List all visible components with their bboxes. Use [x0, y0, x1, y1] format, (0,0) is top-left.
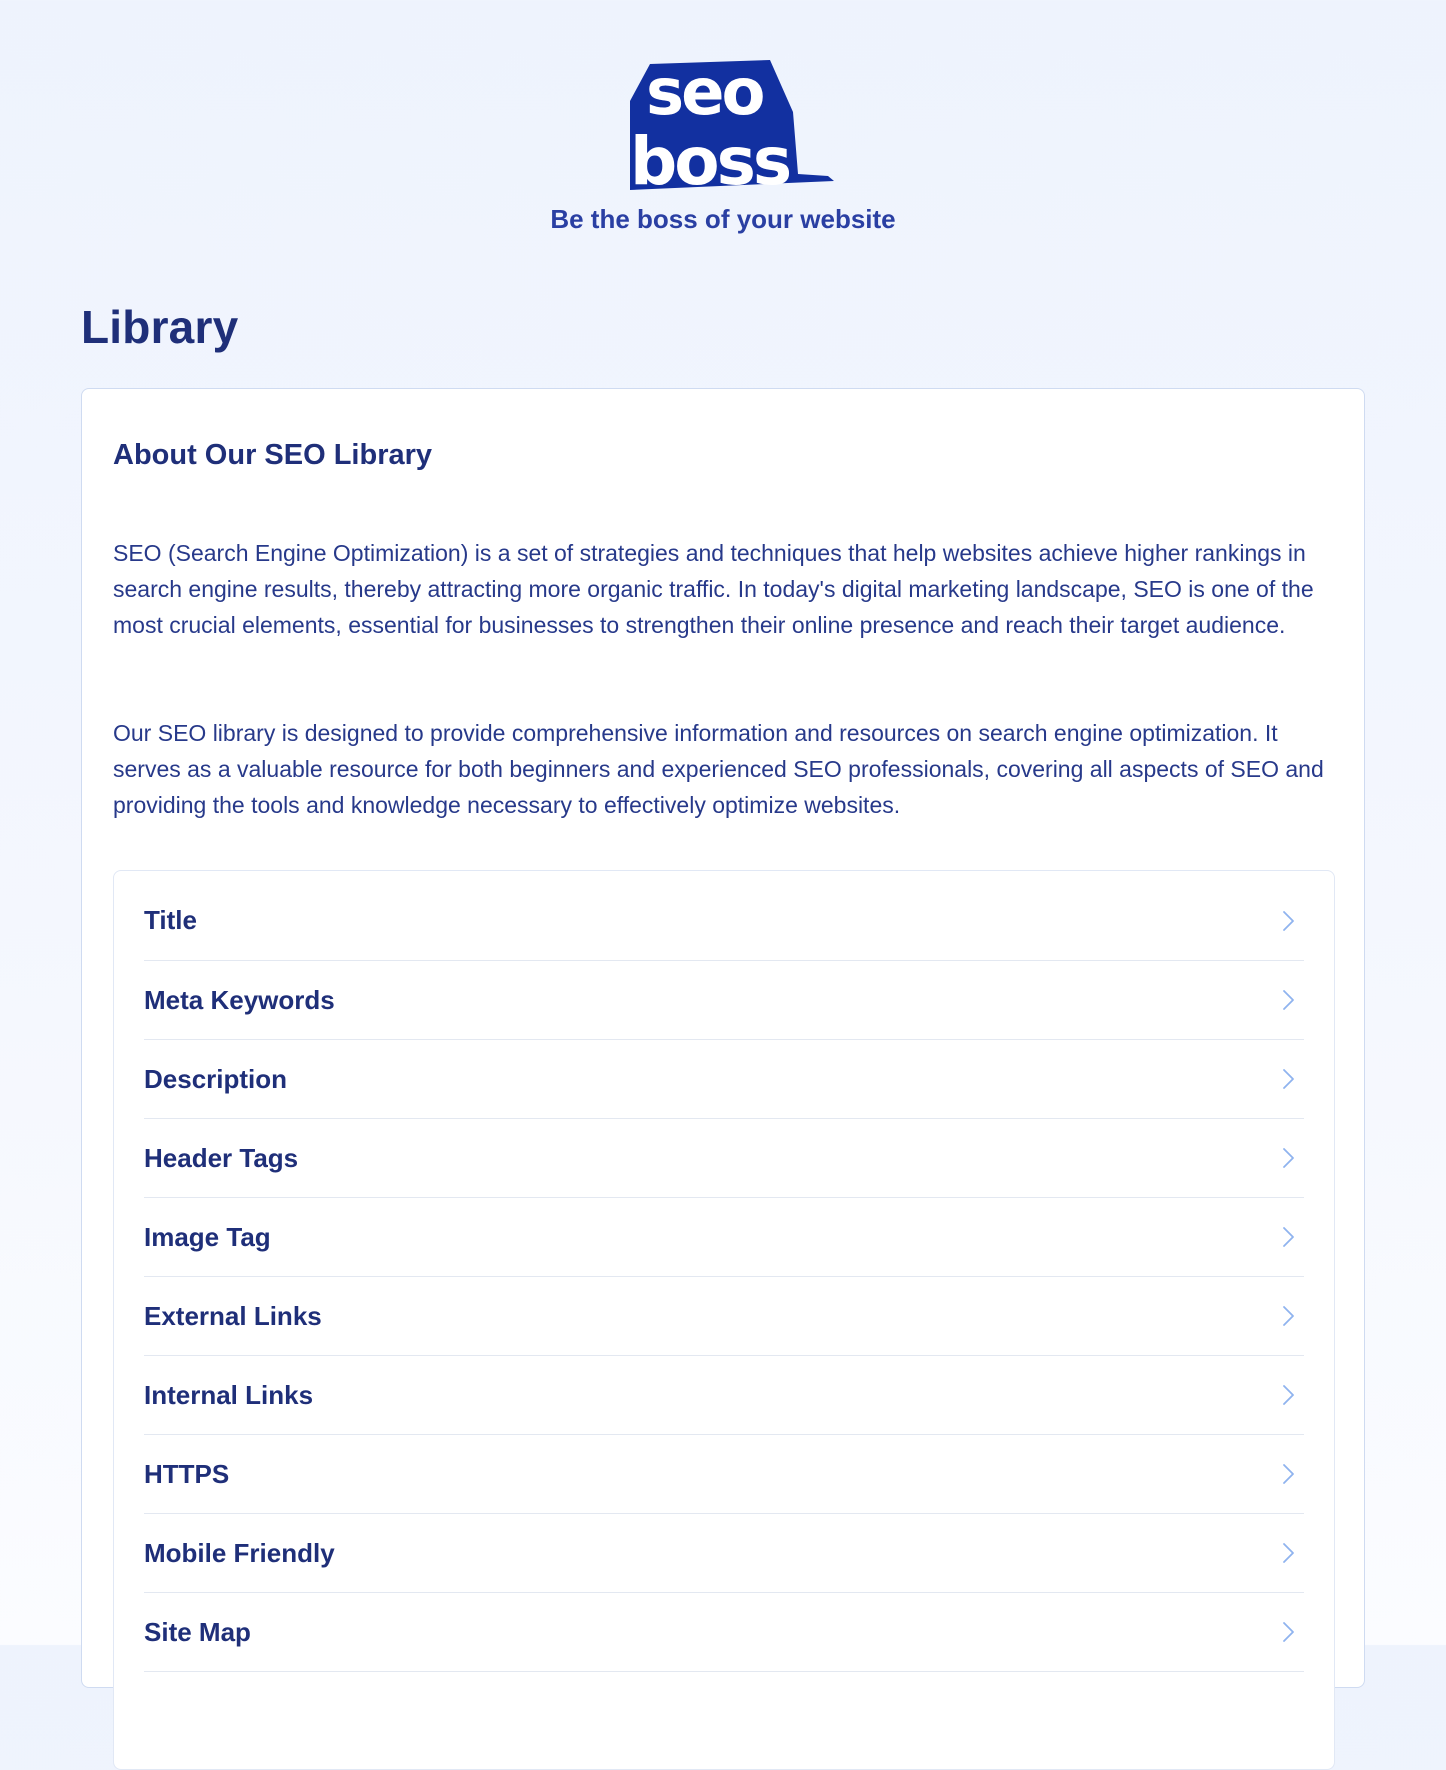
topic-item-https[interactable]: HTTPS — [144, 1435, 1304, 1514]
about-paragraph-1: SEO (Search Engine Optimization) is a se… — [113, 540, 1314, 638]
library-card: About Our SEO Library SEO (Search Engine… — [81, 388, 1365, 1770]
chevron-right-icon — [1276, 1541, 1300, 1565]
topic-label: Header Tags — [144, 1142, 299, 1173]
topic-label: Internal Links — [144, 1379, 314, 1410]
page-title: Library — [81, 301, 239, 353]
about-paragraph-2: Our SEO library is designed to provide c… — [113, 720, 1324, 818]
topic-item-image-tag[interactable]: Image Tag — [144, 1198, 1304, 1277]
chevron-right-icon — [1276, 1304, 1300, 1328]
tagline: Be the boss of your website — [550, 204, 896, 234]
topic-item-external-links[interactable]: External Links — [144, 1277, 1304, 1356]
topic-label: Description — [144, 1063, 288, 1094]
site-header: seo boss Be the boss of your website — [0, 0, 1446, 260]
chevron-right-icon — [1276, 1146, 1300, 1170]
svg-text:boss: boss — [630, 123, 790, 192]
topic-label: HTTPS — [144, 1458, 230, 1489]
topic-label: Title — [144, 905, 197, 935]
topic-label: External Links — [144, 1300, 322, 1331]
chevron-right-icon — [1276, 988, 1300, 1012]
about-title: About Our SEO Library — [113, 439, 433, 471]
topic-label: Meta Keywords — [144, 984, 335, 1015]
chevron-right-icon — [1276, 1383, 1300, 1407]
topic-label: Image Tag — [144, 1221, 271, 1252]
chevron-right-icon — [1276, 909, 1300, 933]
topic-list: Title Meta Keywords Description Header T… — [113, 870, 1335, 1770]
topic-item-mobile-friendly[interactable]: Mobile Friendly — [144, 1514, 1304, 1593]
chevron-right-icon — [1276, 1225, 1300, 1249]
chevron-right-icon — [1276, 1620, 1300, 1644]
topic-label: Mobile Friendly — [144, 1537, 335, 1568]
topic-item-internal-links[interactable]: Internal Links — [144, 1356, 1304, 1435]
chevron-right-icon — [1276, 1462, 1300, 1486]
topic-item-meta-keywords[interactable]: Meta Keywords — [144, 961, 1304, 1040]
svg-text:seo: seo — [646, 56, 764, 130]
seoboss-logo[interactable]: seo boss — [620, 56, 835, 192]
topic-item-header-tags[interactable]: Header Tags — [144, 1119, 1304, 1198]
topic-item-site-map[interactable]: Site Map — [144, 1593, 1304, 1672]
topic-label: Site Map — [144, 1616, 251, 1647]
topic-item-description[interactable]: Description — [144, 1040, 1304, 1119]
topic-item-title[interactable]: Title — [144, 871, 1304, 961]
chevron-right-icon — [1276, 1067, 1300, 1091]
